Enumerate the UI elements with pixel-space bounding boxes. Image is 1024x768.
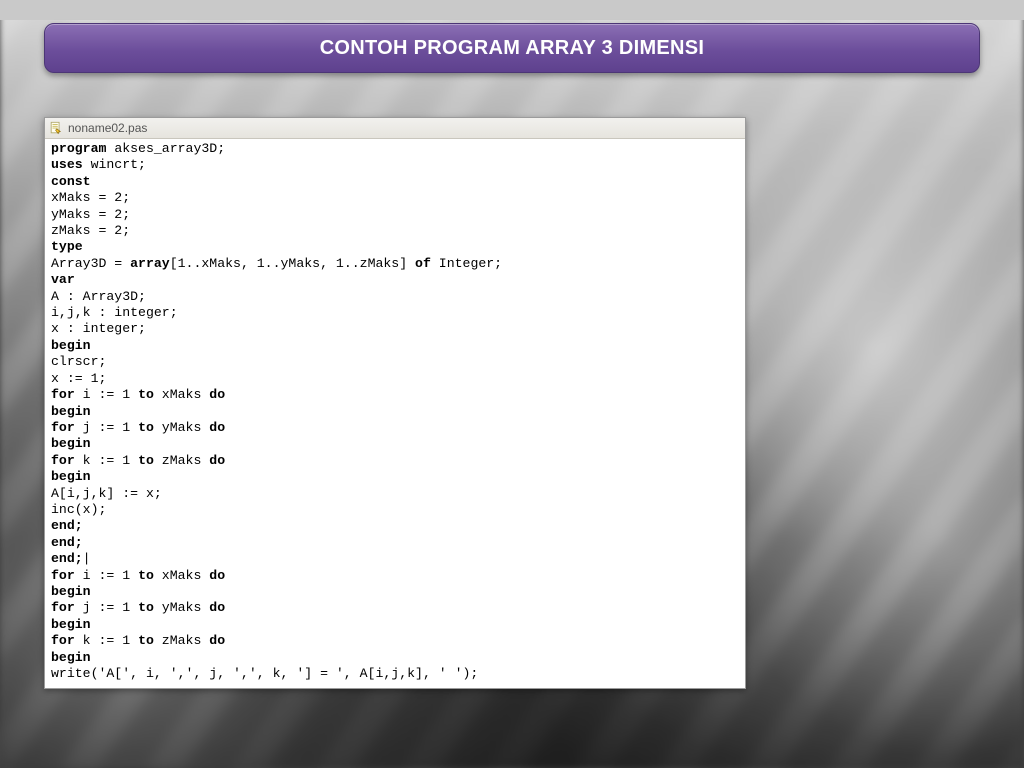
code-listing: program akses_array3D; uses wincrt; cons… — [45, 139, 745, 688]
file-icon — [49, 121, 63, 135]
slide-top-strip — [0, 0, 1024, 20]
code-editor-window: noname02.pas program akses_array3D; uses… — [44, 117, 746, 689]
editor-tab-bar: noname02.pas — [45, 118, 745, 139]
slide-stage: CONTOH PROGRAM ARRAY 3 DIMENSI noname02.… — [0, 0, 1024, 768]
slide-title: CONTOH PROGRAM ARRAY 3 DIMENSI — [44, 23, 980, 73]
editor-tab-label: noname02.pas — [68, 121, 147, 135]
